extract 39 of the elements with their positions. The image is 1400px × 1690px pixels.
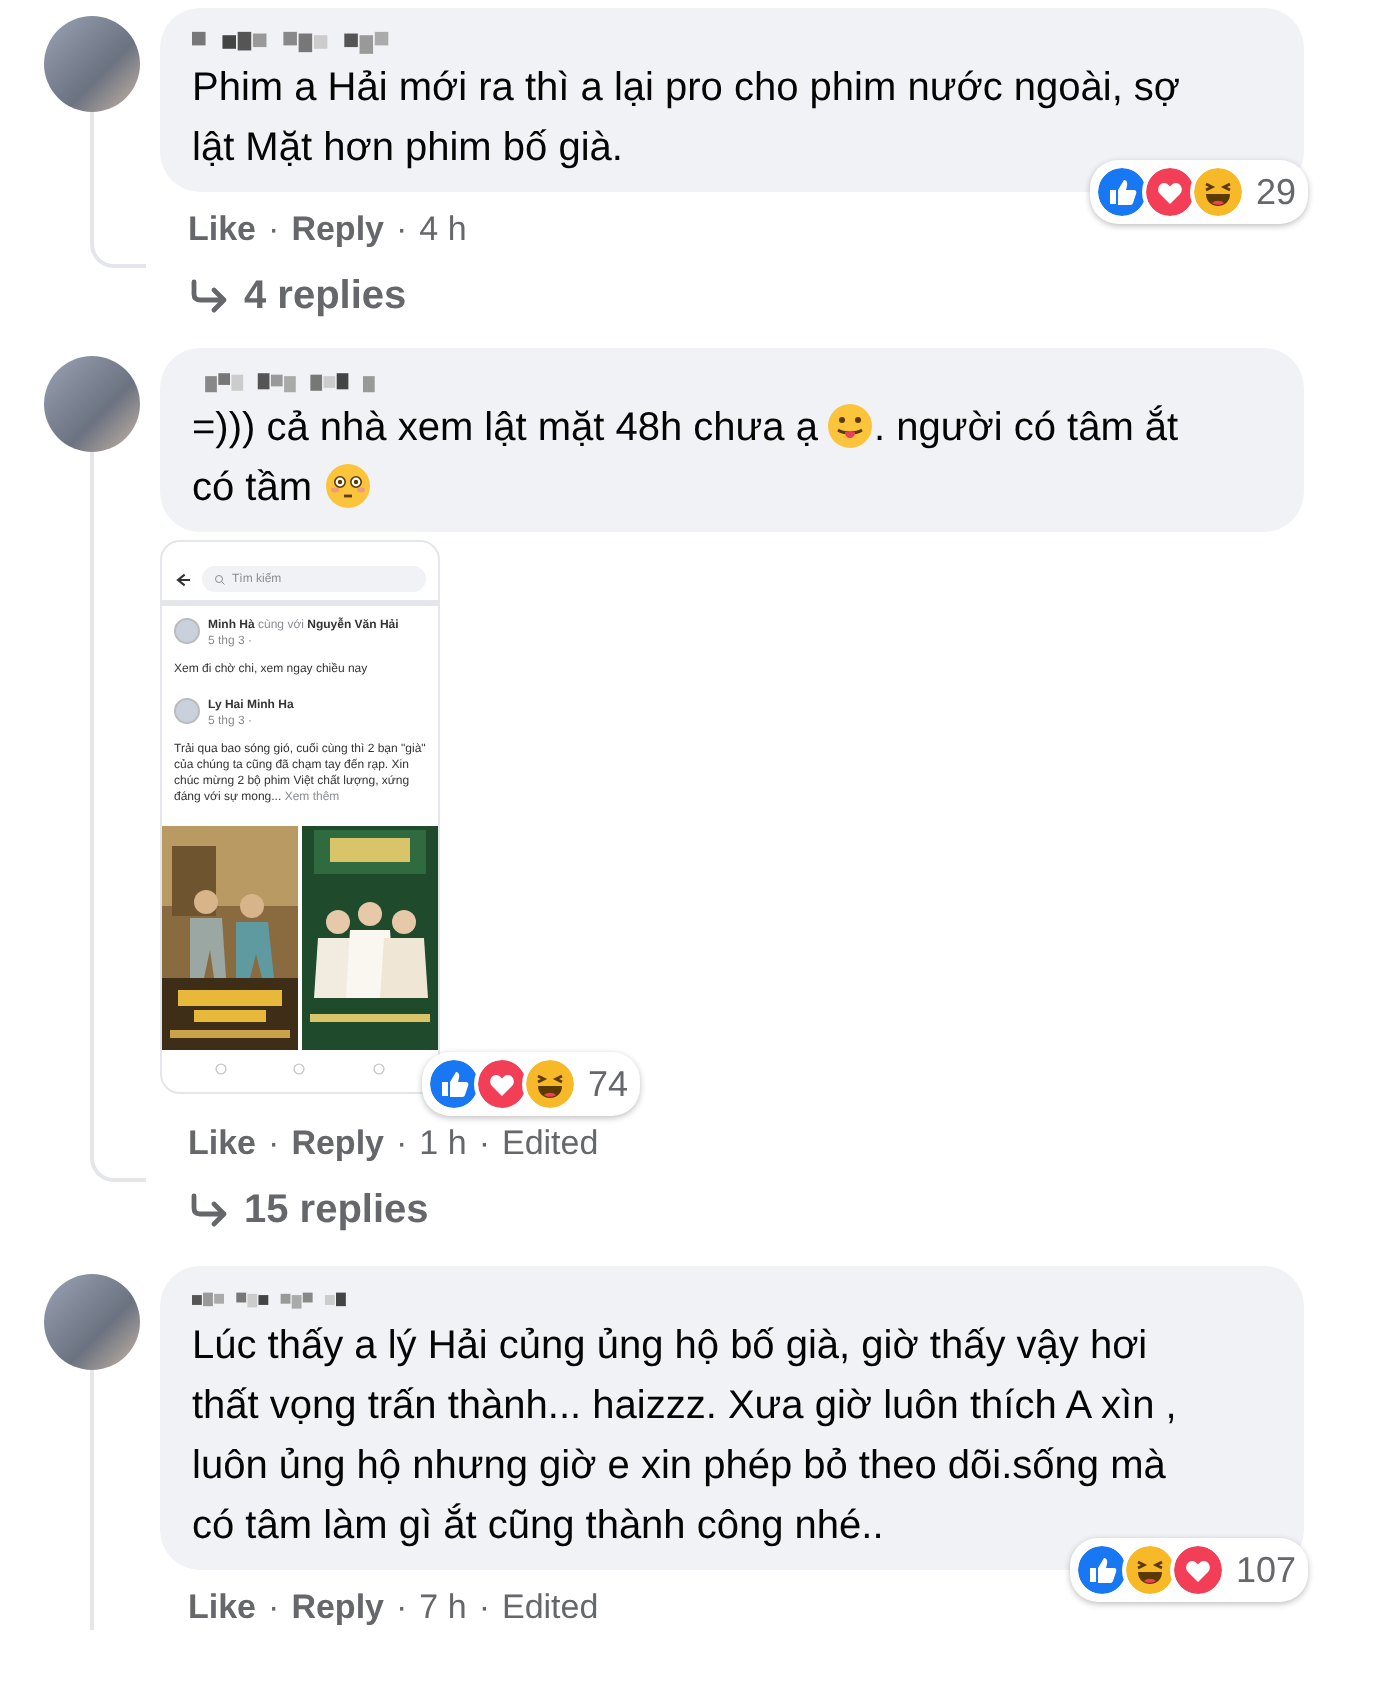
search-icon xyxy=(214,573,226,585)
separator-dot: · xyxy=(396,1122,408,1166)
reaction-summary[interactable]: 107 xyxy=(1069,1538,1308,1602)
timestamp: 1 h xyxy=(419,1122,467,1166)
comment-text: . người có tâm ắt xyxy=(873,403,1179,454)
action-link[interactable]: Like xyxy=(188,208,257,252)
view-replies-link[interactable]: 15 replies xyxy=(244,1186,429,1234)
back-arrow-icon xyxy=(174,571,190,587)
toolbar-icon xyxy=(214,1062,229,1076)
view-replies-link[interactable]: 4 replies xyxy=(244,272,407,320)
separator-dot: · xyxy=(396,1586,408,1630)
action-link[interactable]: Reply xyxy=(291,1122,384,1166)
avatar xyxy=(174,698,200,724)
separator-dot: · xyxy=(396,208,408,252)
reaction-summary[interactable]: 29 xyxy=(1089,160,1308,224)
separator-dot: · xyxy=(478,1586,490,1630)
comment-text: có tầm xyxy=(192,464,313,514)
action-link[interactable]: Like xyxy=(188,1122,257,1166)
action-link[interactable]: Reply xyxy=(291,208,384,252)
separator-dot: · xyxy=(478,1122,490,1166)
edited-label: Edited xyxy=(501,1122,599,1166)
timestamp: 4 h xyxy=(419,208,467,252)
avatar xyxy=(44,1274,140,1370)
avatar xyxy=(44,356,140,452)
edited-label: Edited xyxy=(501,1586,599,1630)
separator-dot: · xyxy=(268,1586,280,1630)
action-link[interactable]: Reply xyxy=(291,1586,384,1630)
separator-dot: · xyxy=(268,208,280,252)
reply-arrow-icon xyxy=(188,278,228,314)
toolbar-icon xyxy=(371,1062,386,1076)
timestamp: 7 h xyxy=(419,1586,467,1630)
separator-dot: · xyxy=(268,1122,280,1166)
comment-text: =))) cả nhà xem lật mặt 48h chưa ạ xyxy=(192,404,818,454)
reply-arrow-icon xyxy=(188,1192,228,1228)
avatar xyxy=(44,16,140,112)
reaction-summary[interactable]: 74 xyxy=(422,1052,641,1116)
action-link[interactable]: Like xyxy=(188,1586,257,1630)
toolbar-icon xyxy=(292,1062,307,1076)
avatar xyxy=(174,618,200,644)
